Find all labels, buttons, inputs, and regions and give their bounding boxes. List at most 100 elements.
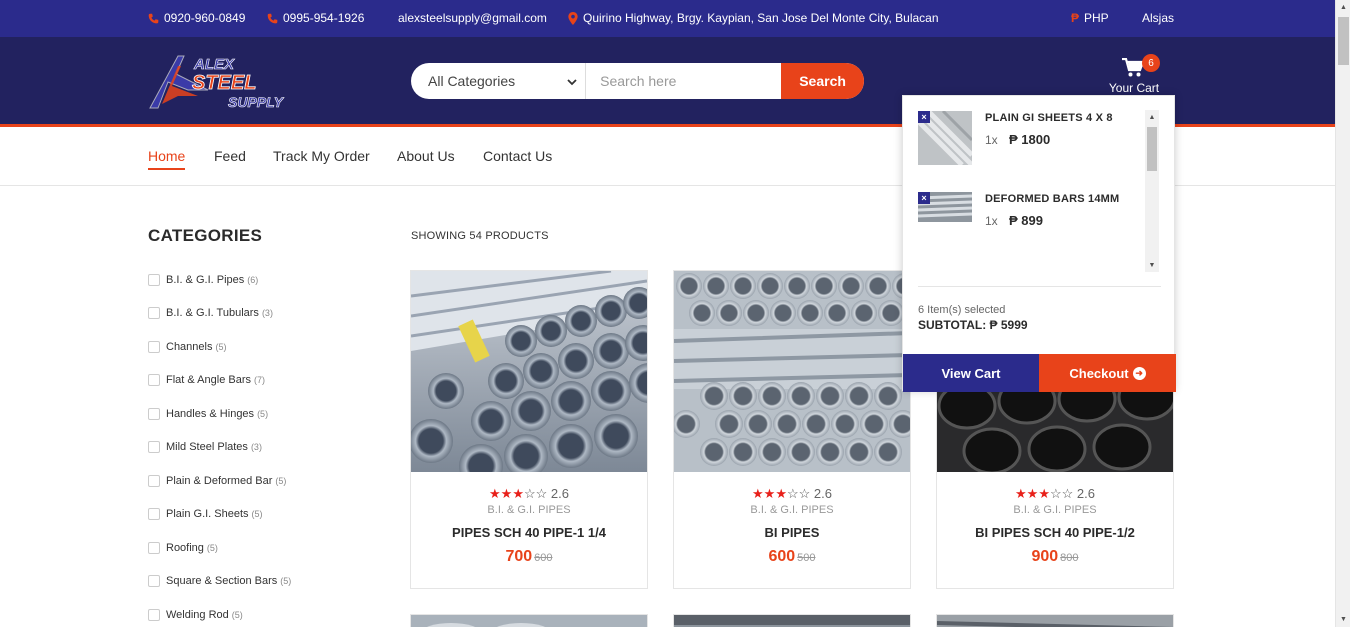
category-count: (5) [231,610,243,620]
scroll-up-arrow-icon[interactable]: ▲ [1145,110,1159,124]
category-filter-item[interactable]: Welding Rod (5) [148,609,243,621]
scroll-down-arrow-icon[interactable]: ▼ [1145,258,1159,272]
category-label: B.I. & G.I. Tubulars [166,307,259,319]
rating-value: 2.6 [813,486,832,501]
search-bar: All Categories Search [411,63,864,99]
cart-item-qty: 1x [985,133,998,147]
checkbox[interactable] [148,475,160,487]
product-card[interactable]: ★★★☆☆ 2.6 B.I. & G.I. PIPES PIPES SCH 40… [410,270,648,589]
star-icon: ★ [752,486,764,501]
arrow-circle-right-icon: ➜ [1132,366,1146,380]
email-link[interactable]: alexsteelsupply@gmail.com [398,11,547,25]
star-icon: ★ [763,486,776,501]
cart-dropdown: × PLAIN GI SHEETS 4 X 8 1x ₱ 1800 × DEFO… [902,95,1176,392]
category-select[interactable]: All Categories [411,63,587,99]
checkbox[interactable] [148,575,160,587]
product-card[interactable]: ★★★☆☆ 2.6 B.I. & G.I. PIPES BI PIPES 600… [673,270,911,589]
phone-link-1[interactable]: 0920-960-0849 [148,11,245,25]
nav-about-us[interactable]: About Us [397,148,455,168]
category-filter-item[interactable]: Square & Section Bars (5) [148,575,291,587]
rating-value: 2.6 [550,486,569,501]
scroll-thumb[interactable] [1147,127,1157,171]
nav-home[interactable]: Home [148,148,186,170]
cart-item-name[interactable]: PLAIN GI SHEETS 4 X 8 [985,112,1113,124]
product-name[interactable]: PIPES SCH 40 PIPE-1 1/4 [411,525,647,540]
checkbox[interactable] [148,441,160,453]
product-card[interactable] [410,614,648,627]
phone-1-text: 0920-960-0849 [164,11,246,25]
checkbox[interactable] [148,542,160,554]
category-count: (5) [257,409,269,419]
product-count-text: SHOWING 54 PRODUCTS [411,230,549,242]
category-filter-item[interactable]: Channels (5) [148,341,226,353]
category-filter-item[interactable]: B.I. & G.I. Tubulars (3) [148,307,273,319]
view-cart-button[interactable]: View Cart [903,354,1039,392]
search-input[interactable] [586,63,782,99]
nav-feed[interactable]: Feed [214,148,246,168]
checkbox[interactable] [148,408,160,420]
site-logo[interactable]: ALEX STEEL SUPPLY [148,52,300,112]
star-outline-icon: ☆ [535,486,548,501]
price-old: 800 [1060,552,1079,564]
checkbox[interactable] [148,274,160,286]
location-pin-icon [568,11,578,25]
product-rating: ★★★☆☆ 2.6 [674,486,910,502]
product-name[interactable]: BI PIPES SCH 40 PIPE-1/2 [937,525,1173,540]
checkbox[interactable] [148,374,160,386]
phone-link-2[interactable]: 0995-954-1926 [267,11,364,25]
phone-icon [148,13,159,24]
category-filter-item[interactable]: Roofing (5) [148,542,218,554]
cart-list-scrollbar[interactable]: ▲ ▼ [1145,110,1159,272]
product-card[interactable] [673,614,911,627]
divider [918,286,1161,287]
category-filter-item[interactable]: Mild Steel Plates (3) [148,441,262,453]
category-filter-item[interactable]: B.I. & G.I. Pipes (6) [148,274,258,286]
category-filter-item[interactable]: Flat & Angle Bars (7) [148,374,265,386]
category-count: (3) [250,442,262,452]
cart-subtotal: SUBTOTAL: ₱ 5999 [918,318,1028,332]
checkbox[interactable] [148,341,160,353]
product-price: 600 500 [674,548,910,566]
page-scrollbar[interactable]: ▲ ▼ [1335,0,1350,627]
address-text: Quirino Highway, Brgy. Kaypian, San Jose… [583,11,939,25]
product-category: B.I. & G.I. PIPES [750,504,834,516]
user-name: Alsjas [1142,11,1175,25]
scroll-thumb[interactable] [1338,17,1349,65]
close-icon[interactable]: × [918,192,930,204]
scroll-up-arrow-icon[interactable]: ▲ [1336,0,1350,15]
currency-selector[interactable]: ₱ PHP [1071,11,1109,25]
email-text: alexsteelsupply@gmail.com [398,11,547,25]
star-icon: ★ [775,486,787,501]
nav-contact-us[interactable]: Contact Us [483,148,552,168]
product-name[interactable]: BI PIPES [674,525,910,540]
product-card[interactable] [936,614,1174,627]
checkout-button[interactable]: Checkout ➜ [1039,354,1176,392]
category-count: (5) [275,476,287,486]
category-label: Roofing [166,542,204,554]
currency-text: PHP [1084,11,1109,25]
nav-track-order[interactable]: Track My Order [273,148,370,168]
category-label: Plain & Deformed Bar [166,475,273,487]
star-outline-icon: ☆ [1049,486,1062,501]
category-label: Square & Section Bars [166,575,278,587]
address-link[interactable]: Quirino Highway, Brgy. Kaypian, San Jose… [568,11,939,25]
cart-item-name[interactable]: DEFORMED BARS 14MM [985,193,1119,205]
scroll-down-arrow-icon[interactable]: ▼ [1336,612,1350,627]
star-icon: ★ [1026,486,1039,501]
category-filter-item[interactable]: Plain & Deformed Bar (5) [148,475,286,487]
product-image[interactable] [674,271,910,472]
category-filter-item[interactable]: Plain G.I. Sheets (5) [148,508,263,520]
category-label: Channels [166,341,213,353]
cart-button[interactable]: 6 Your Cart [1104,54,1164,95]
account-link[interactable]: Alsjas [1142,11,1174,25]
category-count: (3) [261,308,273,318]
checkbox[interactable] [148,307,160,319]
search-button[interactable]: Search [781,63,864,99]
close-icon[interactable]: × [918,111,930,123]
checkbox[interactable] [148,508,160,520]
checkbox[interactable] [148,609,160,621]
category-label: Handles & Hinges [166,408,255,420]
product-rating: ★★★☆☆ 2.6 [411,486,647,502]
product-image[interactable] [411,271,647,472]
category-filter-item[interactable]: Handles & Hinges (5) [148,408,268,420]
